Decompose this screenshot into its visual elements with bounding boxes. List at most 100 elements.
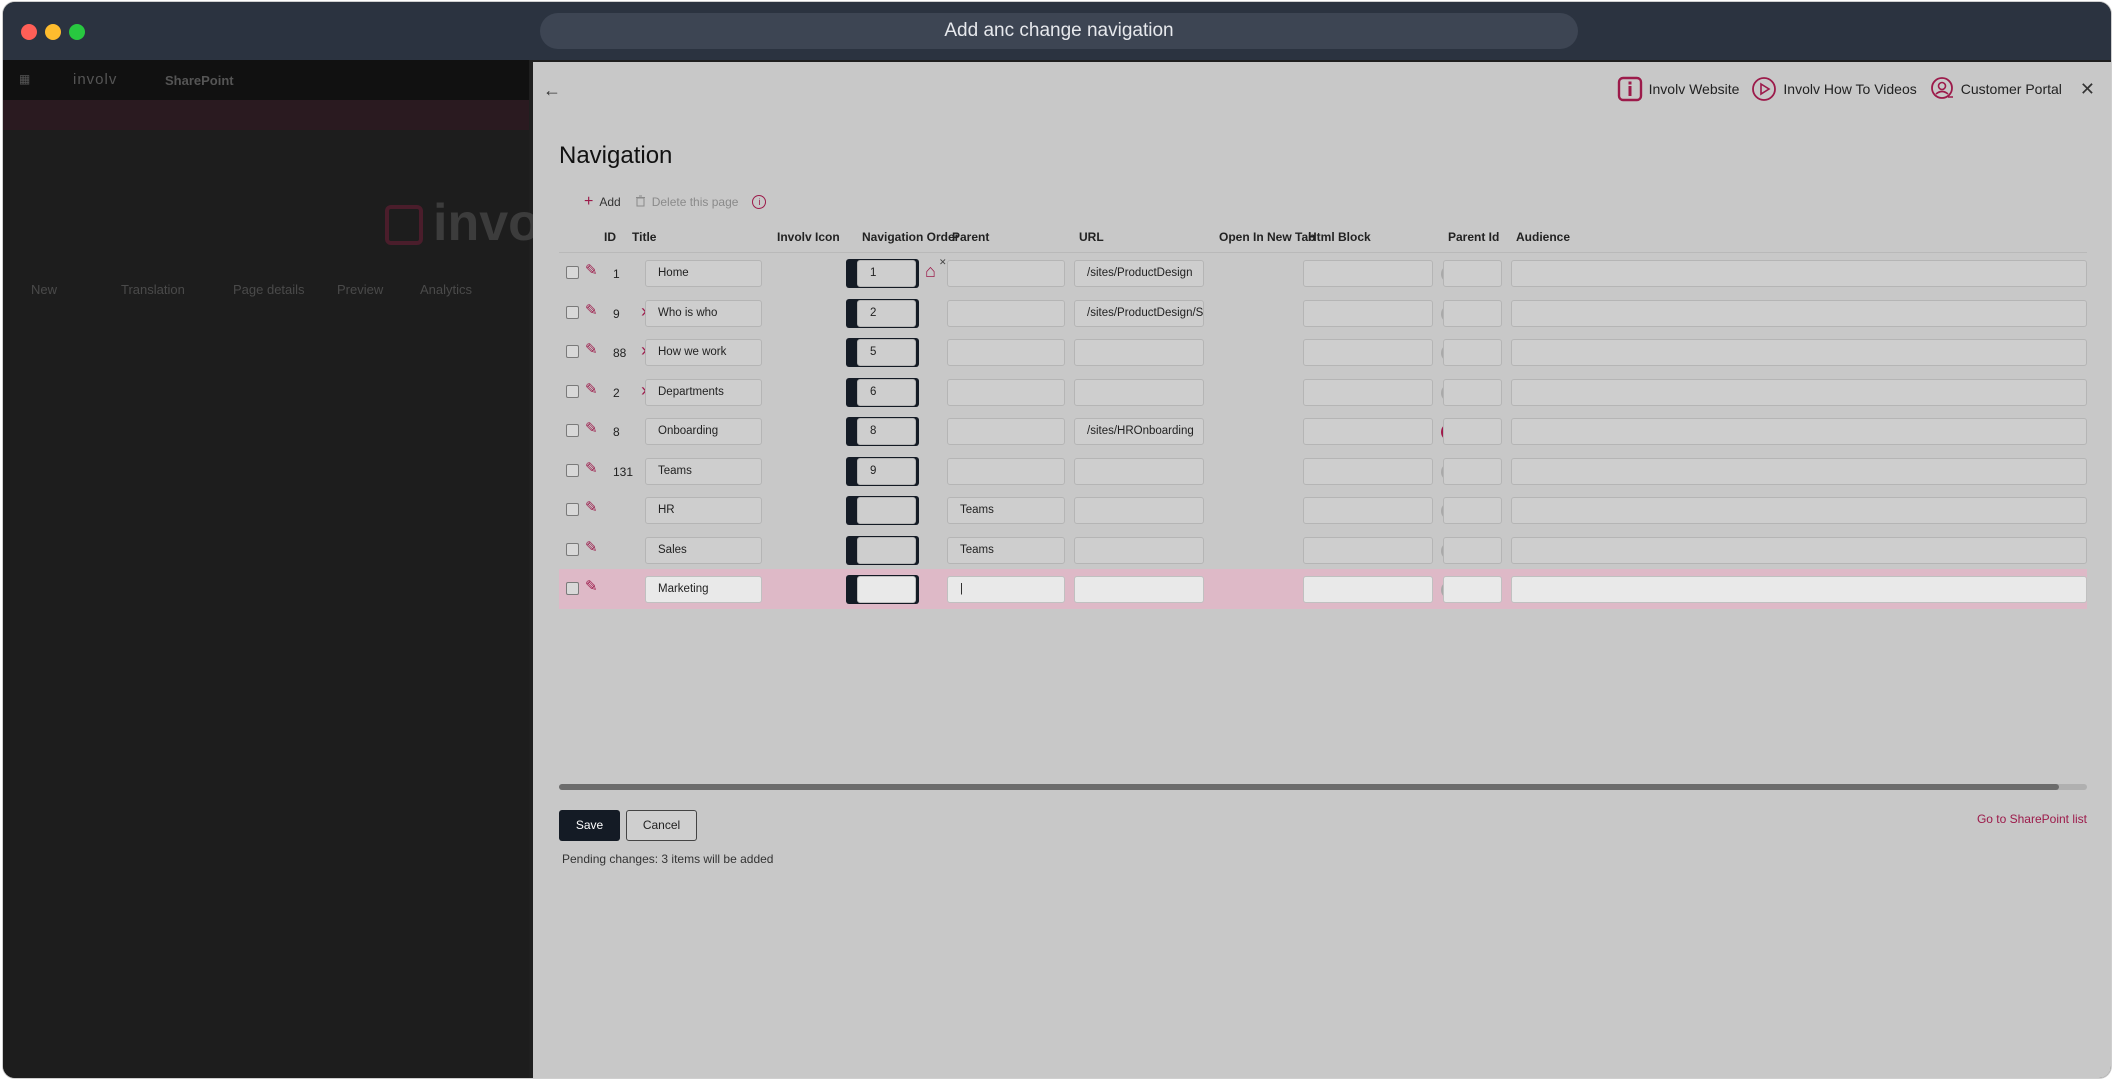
horizontal-scrollbar[interactable] <box>559 784 2087 790</box>
title-input[interactable]: HR <box>645 497 762 524</box>
url-input[interactable] <box>1074 536 1204 564</box>
row-checkbox[interactable] <box>566 384 579 398</box>
title-input[interactable]: Marketing <box>645 576 762 603</box>
row-checkbox[interactable] <box>566 582 579 595</box>
parent-input[interactable] <box>947 378 1065 406</box>
html-block-input[interactable] <box>1303 299 1433 327</box>
html-block-input[interactable] <box>1303 536 1433 564</box>
parent-input[interactable]: Teams <box>947 536 1065 564</box>
parent-id-input[interactable] <box>1443 497 1502 524</box>
title-input[interactable]: Home <box>645 260 762 287</box>
parent-id-input[interactable] <box>1443 378 1502 406</box>
url-input[interactable]: /sites/ProductDesign <box>1074 260 1204 287</box>
pencil-icon[interactable]: ✎ <box>585 340 598 358</box>
url-input[interactable] <box>1074 497 1204 524</box>
table-row[interactable]: ✎8OnboardingChange8/sites/HROnboarding <box>559 411 2087 451</box>
parent-input[interactable] <box>947 418 1065 445</box>
table-row[interactable]: ✎1HomeChange⌂✕1/sites/ProductDesign <box>559 253 2087 293</box>
pencil-icon[interactable]: ✎ <box>585 301 598 319</box>
audience-input[interactable] <box>1511 418 2087 445</box>
close-window-button[interactable] <box>21 24 37 40</box>
pencil-icon[interactable]: ✎ <box>585 419 598 437</box>
go-to-sharepoint-list-link[interactable]: Go to SharePoint list <box>1977 812 2087 826</box>
minimize-window-button[interactable] <box>45 24 61 40</box>
pencil-icon[interactable]: ✎ <box>585 459 598 477</box>
navigation-order-input[interactable]: 6 <box>857 378 916 406</box>
parent-input[interactable]: Teams <box>947 497 1065 524</box>
save-button[interactable]: Save <box>559 810 620 841</box>
navigation-order-input[interactable]: 1 <box>857 260 916 287</box>
remove-icon[interactable]: ✕ <box>939 257 947 268</box>
involv-website-link[interactable]: Involv Website <box>1617 76 1739 102</box>
row-checkbox[interactable] <box>566 266 579 279</box>
audience-input[interactable] <box>1511 260 2087 287</box>
navigation-order-input[interactable] <box>857 536 916 564</box>
pencil-icon[interactable]: ✎ <box>585 538 598 556</box>
title-input[interactable]: Who is who <box>645 299 762 327</box>
navigation-order-input[interactable]: 9 <box>857 457 916 485</box>
parent-id-input[interactable] <box>1443 536 1502 564</box>
audience-input[interactable] <box>1511 299 2087 327</box>
table-row[interactable]: ✎HRChangeTeams <box>559 490 2087 530</box>
parent-id-input[interactable] <box>1443 418 1502 445</box>
add-button[interactable]: + Add <box>584 193 621 211</box>
scrollbar-thumb[interactable] <box>559 784 2059 790</box>
html-block-input[interactable] <box>1303 418 1433 445</box>
title-input[interactable]: Teams <box>645 457 762 485</box>
html-block-input[interactable] <box>1303 457 1433 485</box>
url-input[interactable] <box>1074 378 1204 406</box>
row-checkbox[interactable] <box>566 542 579 556</box>
row-checkbox[interactable] <box>566 345 579 358</box>
table-row[interactable]: ✎SalesChangeTeams <box>559 530 2087 570</box>
html-block-input[interactable] <box>1303 576 1433 603</box>
pencil-icon[interactable]: ✎ <box>585 498 598 516</box>
audience-input[interactable] <box>1511 378 2087 406</box>
parent-input[interactable] <box>947 339 1065 366</box>
parent-id-input[interactable] <box>1443 299 1502 327</box>
title-input[interactable]: How we work <box>645 339 762 366</box>
table-row[interactable]: ✎131TeamsChange9 <box>559 451 2087 491</box>
pencil-icon[interactable]: ✎ <box>585 380 598 398</box>
navigation-order-input[interactable]: 5 <box>857 339 916 366</box>
customer-portal-link[interactable]: Customer Portal <box>1929 76 2062 102</box>
parent-id-input[interactable] <box>1443 260 1502 287</box>
table-row[interactable]: ✎MarketingChange| <box>559 569 2087 609</box>
html-block-input[interactable] <box>1303 378 1433 406</box>
title-input[interactable]: Departments <box>645 378 762 406</box>
maximize-window-button[interactable] <box>69 24 85 40</box>
table-row[interactable]: ✎2›DepartmentsChange6 <box>559 372 2087 412</box>
url-input[interactable]: /sites/ProductDesign/SitePag <box>1074 299 1204 327</box>
audience-input[interactable] <box>1511 536 2087 564</box>
row-checkbox[interactable] <box>566 463 579 477</box>
html-block-input[interactable] <box>1303 497 1433 524</box>
table-row[interactable]: ✎9›Who is whoChange2/sites/ProductDesign… <box>559 293 2087 333</box>
parent-id-input[interactable] <box>1443 576 1502 603</box>
parent-input[interactable]: | <box>947 576 1065 603</box>
url-input[interactable]: /sites/HROnboarding <box>1074 418 1204 445</box>
parent-id-input[interactable] <box>1443 339 1502 366</box>
audience-input[interactable] <box>1511 339 2087 366</box>
parent-input[interactable] <box>947 457 1065 485</box>
url-input[interactable] <box>1074 339 1204 366</box>
row-checkbox[interactable] <box>566 503 579 516</box>
navigation-order-input[interactable]: 2 <box>857 299 916 327</box>
delete-page-button[interactable]: Delete this page <box>635 195 738 210</box>
pencil-icon[interactable]: ✎ <box>585 577 598 595</box>
table-row[interactable]: ✎88›How we workChange5 <box>559 332 2087 372</box>
parent-id-input[interactable] <box>1443 457 1502 485</box>
how-to-videos-link[interactable]: Involv How To Videos <box>1751 76 1917 102</box>
row-checkbox[interactable] <box>566 424 579 437</box>
address-bar[interactable]: Add anc change navigation <box>540 13 1578 49</box>
row-checkbox[interactable] <box>566 305 579 319</box>
url-input[interactable] <box>1074 457 1204 485</box>
cancel-button[interactable]: Cancel <box>626 810 697 841</box>
parent-input[interactable] <box>947 299 1065 327</box>
pencil-icon[interactable]: ✎ <box>585 261 598 279</box>
html-block-input[interactable] <box>1303 260 1433 287</box>
navigation-order-input[interactable] <box>857 576 916 603</box>
info-icon[interactable]: i <box>752 195 767 209</box>
html-block-input[interactable] <box>1303 339 1433 366</box>
parent-input[interactable] <box>947 260 1065 287</box>
navigation-order-input[interactable] <box>857 497 916 524</box>
audience-input[interactable] <box>1511 457 2087 485</box>
